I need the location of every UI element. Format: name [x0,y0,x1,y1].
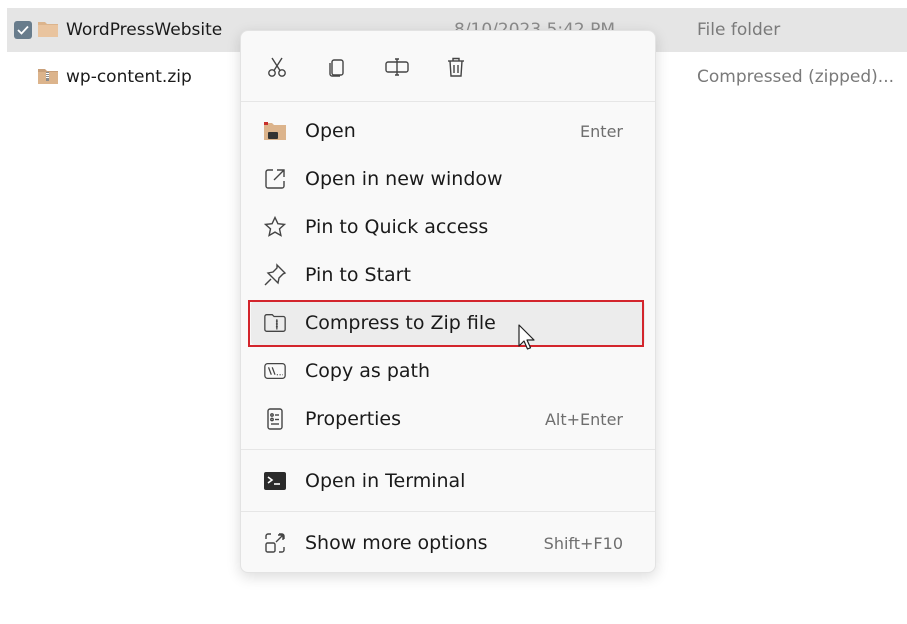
more-options-icon [263,531,287,555]
checkbox-checked-icon[interactable] [14,21,32,39]
context-menu-toolbar [241,31,655,101]
menu-item-label: Pin to Quick access [305,216,489,238]
menu-item-properties[interactable]: Properties Alt+Enter [251,397,645,441]
zip-folder-icon [37,66,59,86]
delete-button[interactable] [440,51,472,83]
menu-item-pin-to-start[interactable]: Pin to Start [251,253,645,297]
file-type: Compressed (zipped)... [697,67,895,87]
menu-item-label: Open [305,120,356,142]
menu-item-open[interactable]: Open Enter [251,109,645,153]
copy-button[interactable] [321,51,353,83]
menu-item-label: Copy as path [305,360,431,382]
terminal-icon [263,469,287,493]
menu-item-shortcut: Alt+Enter [544,410,623,429]
divider [241,449,655,450]
menu-item-label: Compress to Zip file [305,312,496,334]
cut-icon [268,57,286,77]
menu-item-shortcut: Enter [580,122,623,141]
file-name: wp-content.zip [66,67,192,87]
menu-item-label: Pin to Start [305,264,411,286]
menu-item-pin-to-quick-access[interactable]: Pin to Quick access [251,205,645,249]
divider [241,101,655,102]
menu-item-copy-as-path[interactable]: Copy as path [251,349,645,393]
menu-item-label: Show more options [305,532,488,554]
menu-item-label: Properties [305,408,402,430]
context-menu: Open Enter Open in new window Pin to Qui… [240,30,656,573]
menu-item-show-more-options[interactable]: Show more options Shift+F10 [251,521,645,565]
star-icon [263,215,287,239]
menu-item-open-in-terminal[interactable]: Open in Terminal [251,459,645,503]
folder-icon [37,19,59,39]
menu-item-open-in-new-window[interactable]: Open in new window [251,157,645,201]
folder-open-icon [263,119,287,143]
path-icon [263,359,287,383]
copy-icon [329,59,344,77]
menu-item-label: Open in Terminal [305,470,466,492]
menu-item-compress-to-zip[interactable]: Compress to Zip file [251,301,645,345]
pin-icon [263,263,287,287]
cut-button[interactable] [261,51,293,83]
file-type: File folder [697,20,781,40]
delete-icon [448,57,464,77]
divider [241,511,655,512]
mouse-cursor-icon [518,324,538,354]
rename-icon [385,58,409,76]
file-name: WordPressWebsite [66,20,223,40]
menu-item-shortcut: Shift+F10 [543,534,623,553]
zip-icon [263,311,287,335]
menu-item-label: Open in new window [305,168,503,190]
external-window-icon [263,167,287,191]
properties-icon [263,407,287,431]
rename-button[interactable] [381,51,413,83]
